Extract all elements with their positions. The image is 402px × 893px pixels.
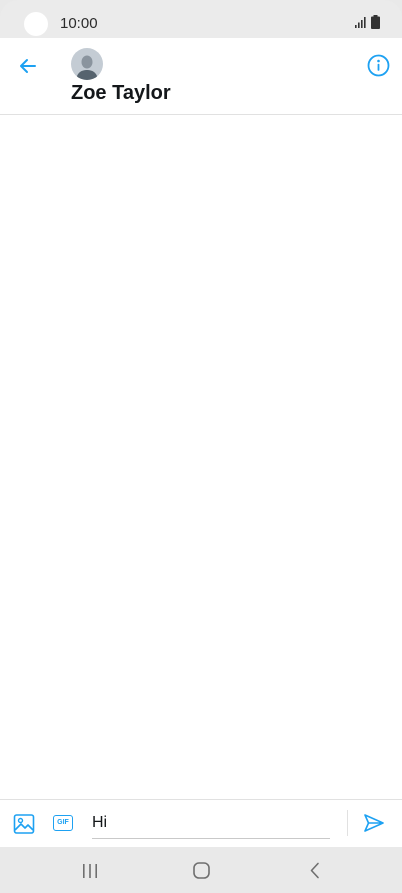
recent-apps-icon[interactable]: [82, 863, 98, 879]
gif-icon[interactable]: GIF: [53, 815, 73, 831]
default-avatar-icon: [76, 55, 98, 80]
home-icon[interactable]: [193, 862, 210, 879]
status-bar: 10:00: [0, 0, 402, 38]
system-navigation-bar: [0, 847, 402, 893]
message-composer: GIF: [0, 799, 402, 848]
composer-divider: [347, 810, 348, 836]
phone-screen: 10:00 Zoe Taylor GIF Hi: [0, 0, 402, 893]
message-thread: [0, 115, 402, 799]
conversation-header: Zoe Taylor: [0, 38, 402, 115]
contact-name[interactable]: Zoe Taylor: [71, 82, 171, 105]
info-icon[interactable]: [366, 53, 391, 78]
signal-icon: [355, 17, 366, 28]
camera-cutout: [24, 12, 48, 36]
nav-back-icon[interactable]: [309, 862, 321, 879]
message-input[interactable]: [92, 808, 330, 839]
avatar[interactable]: [71, 48, 103, 80]
status-time: 10:00: [60, 15, 98, 32]
image-icon[interactable]: [12, 812, 36, 836]
back-arrow-icon[interactable]: [14, 52, 42, 80]
battery-icon: [371, 15, 380, 29]
send-icon[interactable]: [362, 811, 386, 835]
